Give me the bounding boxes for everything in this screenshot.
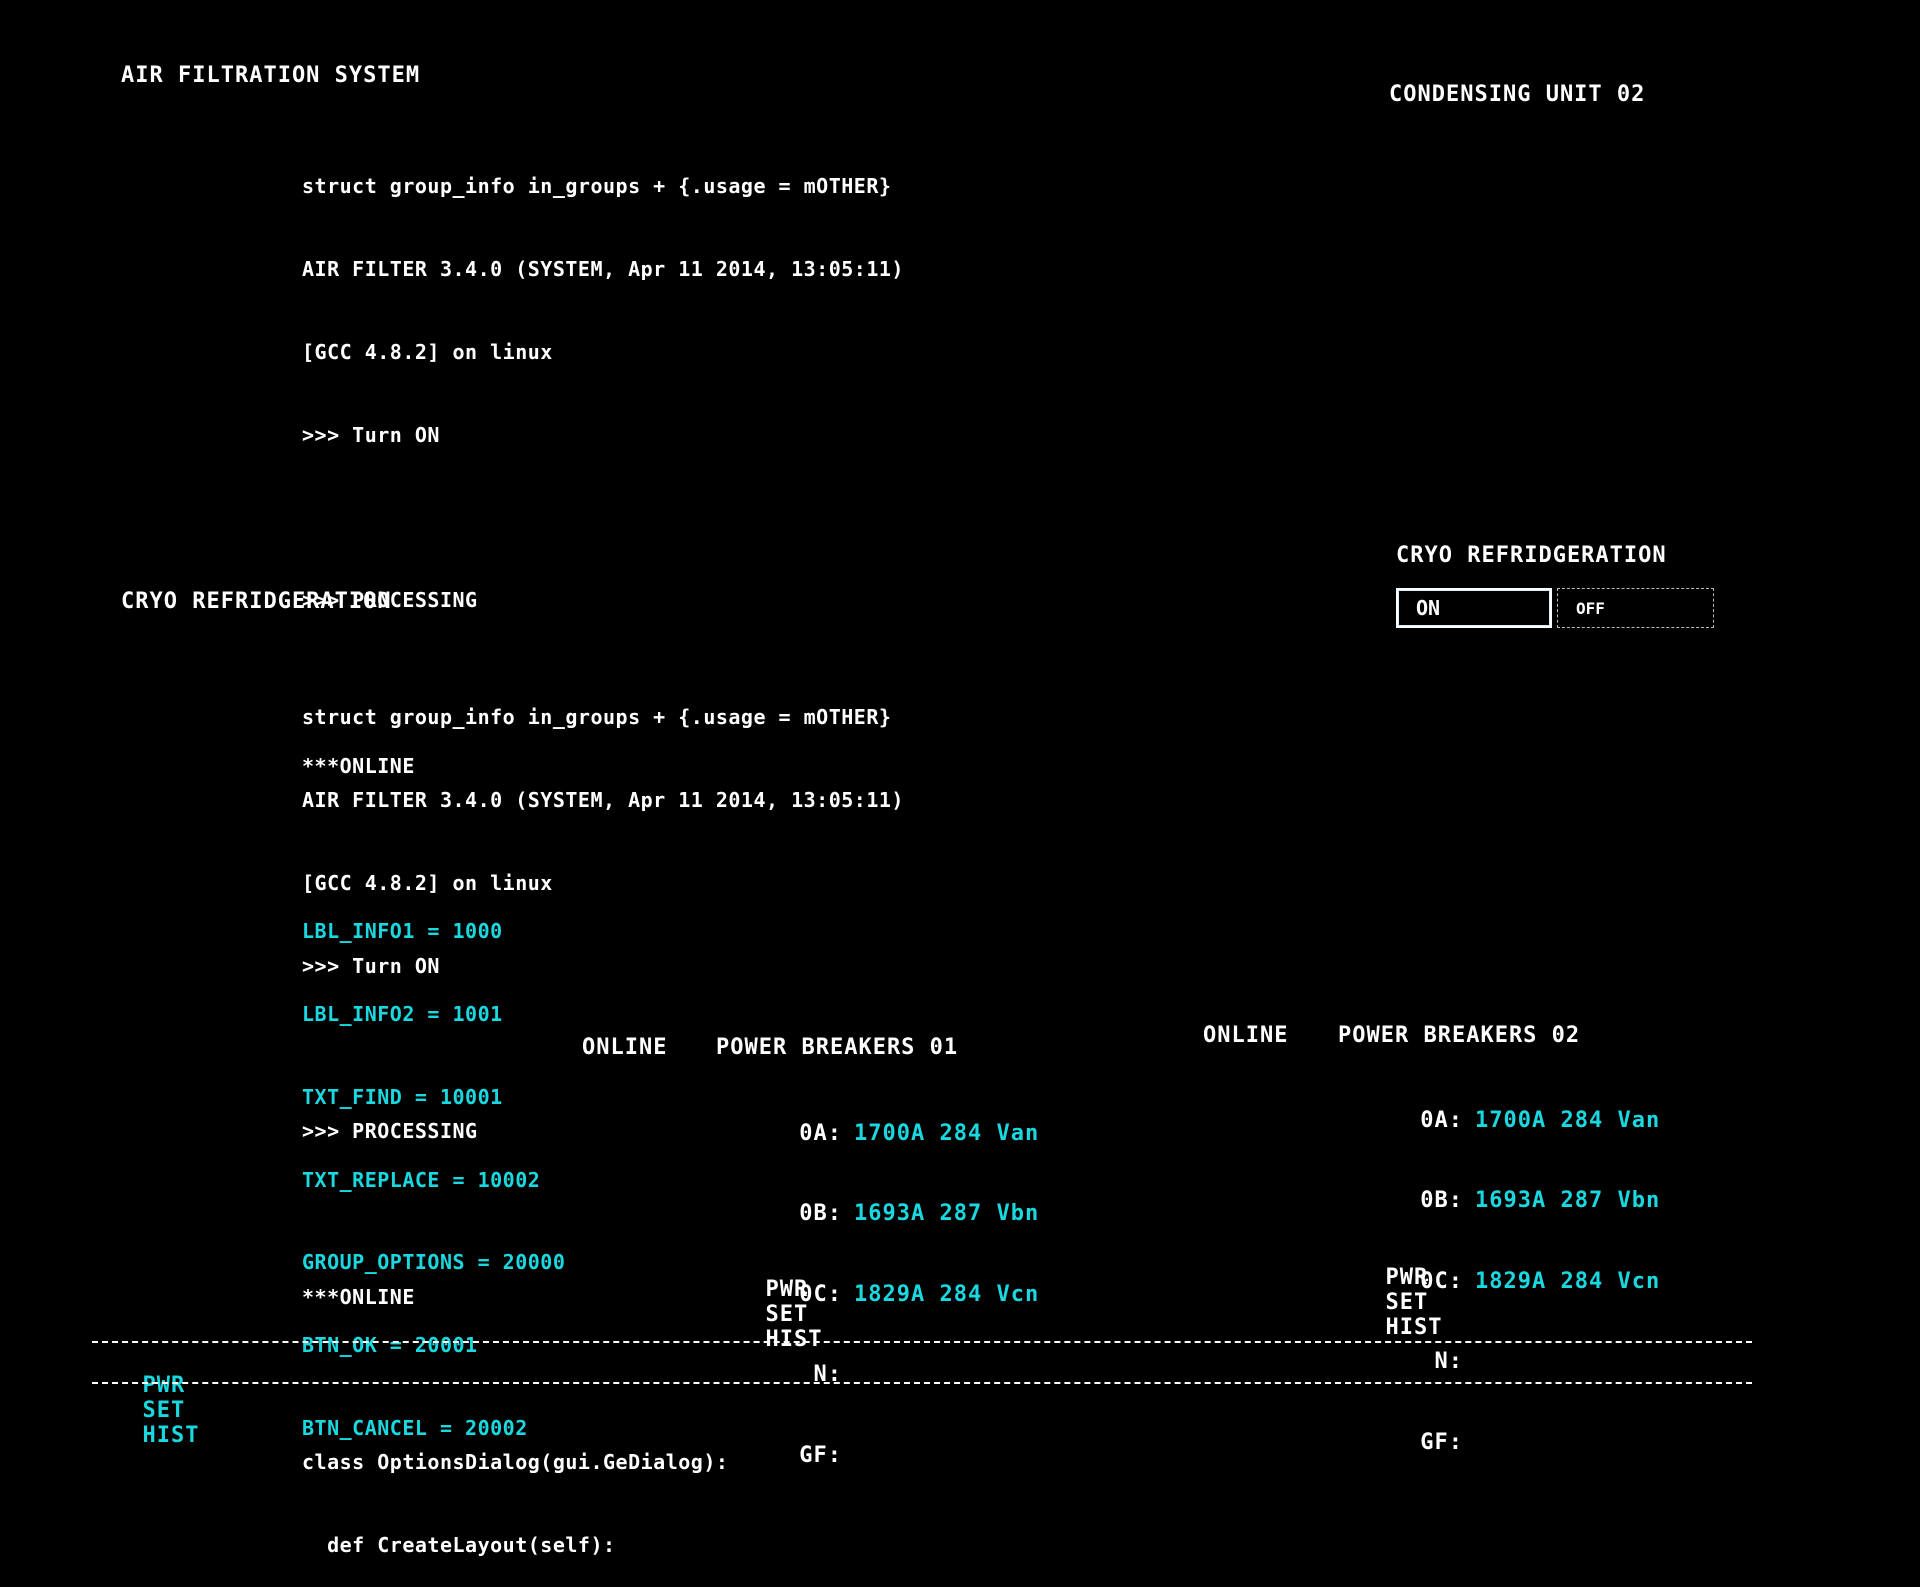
footer-divider-bottom (92, 1382, 1752, 1384)
breaker-phase-label: GF: (799, 1442, 842, 1468)
breaker-phase-value: 1700A 284 Van (854, 1120, 1040, 1146)
toggle-on-label: ON (1416, 596, 1441, 620)
log-line: struct group_info in_groups + {.usage = … (302, 174, 892, 199)
breaker-phase-label: 0A: (1420, 1107, 1463, 1133)
breaker-row: 0B: 1693A 287 Vbn (770, 1199, 1039, 1230)
pwr-button[interactable]: PWR (1386, 1265, 1429, 1290)
breaker-phase-label: N: (1434, 1349, 1463, 1375)
pwr-button[interactable]: PWR (766, 1277, 809, 1302)
log-line: def CreateLayout(self): (302, 1533, 616, 1557)
breaker-row: 0B: 1693A 287 Vbn (1391, 1186, 1660, 1217)
breaker-phase-label: 0A: (799, 1120, 842, 1146)
set-button[interactable]: SET (1386, 1290, 1429, 1315)
breaker-row: 0A: 1700A 284 Van (770, 1118, 1039, 1149)
toggle-off-button[interactable]: OFF (1557, 588, 1714, 628)
toggle-on-button[interactable]: ON (1396, 588, 1552, 628)
log-line: >>> PROCESSING (302, 588, 478, 613)
breaker-phase-value: 1693A 287 Vbn (854, 1201, 1040, 1227)
breaker-phase-label: 0B: (1420, 1188, 1463, 1214)
breakers-01-menu: PWR SET HIST (737, 1252, 854, 1352)
breaker-phase-value: 1829A 284 Vcn (854, 1281, 1040, 1307)
breaker-phase-label: GF: (1420, 1429, 1463, 1455)
breaker-phase-label: 0B: (799, 1201, 842, 1227)
set-button[interactable]: SET (766, 1302, 809, 1327)
breaker-row: N: (770, 1360, 1039, 1391)
toggle-off-label: OFF (1576, 598, 1605, 618)
cryo-refridgeration-control-title: CRYO REFRIDGERATION (1396, 543, 1667, 568)
breaker-row: 0A: 1700A 284 Van (1391, 1105, 1660, 1136)
log-line: [GCC 4.8.2] on linux (302, 339, 553, 364)
log-line: struct group_info in_groups + {.usage = … (302, 705, 892, 730)
log-line: >>> Turn ON (302, 953, 440, 978)
hist-button[interactable]: HIST (1386, 1315, 1443, 1340)
breaker-phase-value: 1700A 284 Van (1475, 1107, 1661, 1133)
log-line: AIR FILTER 3.4.0 (SYSTEM, Apr 11 2014, 1… (302, 256, 904, 281)
breakers-01-title: POWER BREAKERS 01 (716, 1035, 959, 1060)
footer-pwr-button[interactable]: PWR (143, 1373, 186, 1398)
breakers-02-title: POWER BREAKERS 02 (1338, 1023, 1581, 1048)
footer-divider-top (92, 1341, 1752, 1343)
air-filtration-title: AIR FILTRATION SYSTEM (121, 63, 421, 88)
breakers-01-status: ONLINE (582, 1035, 668, 1060)
footer-set-button[interactable]: SET (143, 1398, 186, 1423)
breaker-row: N: (1391, 1347, 1660, 1378)
breakers-02-status: ONLINE (1203, 1023, 1289, 1048)
hist-button[interactable]: HIST (766, 1327, 823, 1352)
breaker-row: GF: (770, 1440, 1039, 1471)
footer-menu: PWR SET HIST (114, 1348, 231, 1448)
cryo-refridgeration-title: CRYO REFRIDGERATION (121, 589, 392, 614)
breaker-row: GF: (1391, 1427, 1660, 1458)
condensing-unit-title: CONDENSING UNIT 02 (1389, 82, 1646, 107)
footer-hist-button[interactable]: HIST (143, 1423, 200, 1448)
log-line: [GCC 4.8.2] on linux (302, 870, 553, 895)
log-line: >>> Turn ON (302, 422, 440, 447)
log-line: AIR FILTER 3.4.0 (SYSTEM, Apr 11 2014, 1… (302, 787, 904, 812)
breakers-02-menu: PWR SET HIST (1357, 1240, 1474, 1340)
breaker-phase-value: 1693A 287 Vbn (1475, 1188, 1661, 1214)
breaker-phase-value: 1829A 284 Vcn (1475, 1268, 1661, 1294)
